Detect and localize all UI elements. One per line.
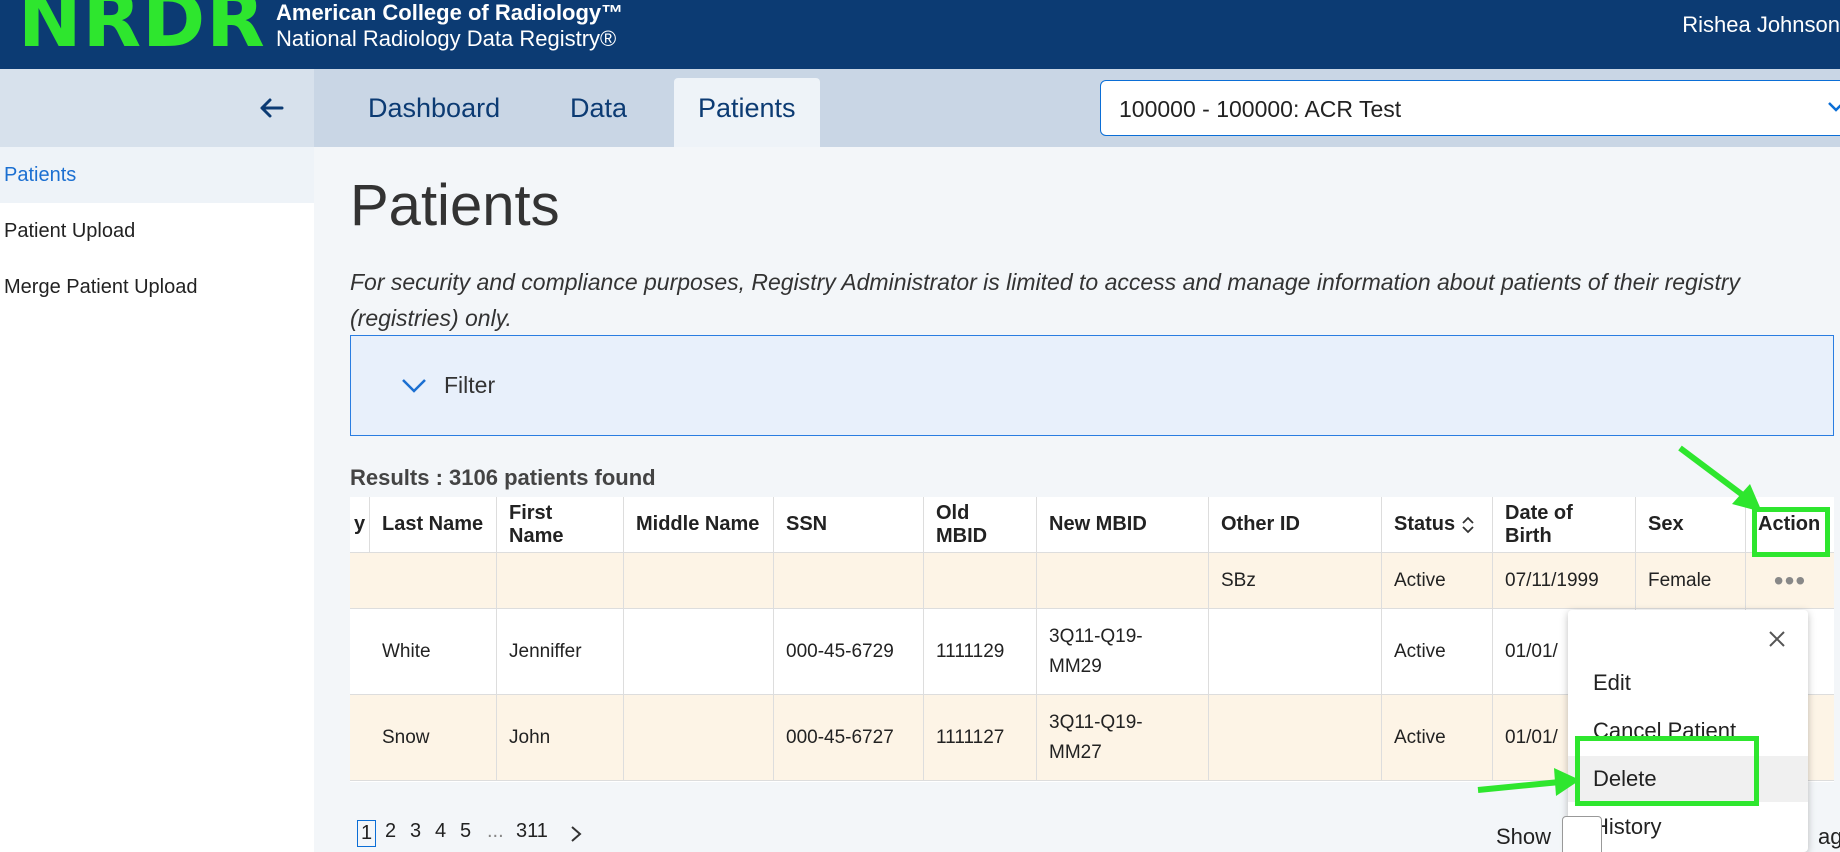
menu-item-edit[interactable]: Edit bbox=[1568, 660, 1808, 706]
security-notice: For security and compliance purposes, Re… bbox=[350, 269, 1741, 331]
new-mbid-line: MM29 bbox=[1049, 655, 1102, 677]
cell-sex: Female bbox=[1636, 553, 1746, 609]
column-header-first-name[interactable]: First Name bbox=[497, 497, 624, 553]
page-1-button[interactable]: 1 bbox=[357, 820, 377, 847]
cell-first-name bbox=[497, 553, 624, 609]
org-name: American College of Radiology™ bbox=[276, 0, 624, 25]
cell-middle-name bbox=[624, 609, 774, 695]
cell-old-mbid: 1111127 bbox=[924, 695, 1037, 781]
chevron-down-icon[interactable] bbox=[1826, 96, 1840, 116]
ellipsis-icon: ••• bbox=[1773, 564, 1807, 596]
cell-new-mbid: 3Q11-Q19- MM29 bbox=[1037, 609, 1209, 695]
new-mbid-line: 3Q11-Q19- bbox=[1049, 625, 1143, 647]
column-header-old-mbid[interactable]: Old MBID bbox=[924, 497, 1037, 553]
cell-ssn: 000-45-6729 bbox=[774, 609, 924, 695]
cell-other-id: SBz bbox=[1209, 553, 1382, 609]
filter-panel[interactable] bbox=[350, 335, 1834, 436]
column-header-new-mbid[interactable]: New MBID bbox=[1037, 497, 1209, 553]
per-page-label: age bbox=[1818, 824, 1840, 849]
column-header-date-of-birth[interactable]: Date of Birth bbox=[1493, 497, 1636, 553]
arrow-left-icon[interactable] bbox=[256, 92, 288, 124]
chevron-down-icon[interactable] bbox=[400, 376, 428, 396]
page-2-button[interactable]: 2 bbox=[385, 820, 396, 843]
cell-date-of-birth: 07/11/1999 bbox=[1493, 553, 1636, 609]
results-count: Results : 3106 patients found bbox=[350, 465, 656, 490]
cell-first-name: Jenniffer bbox=[497, 609, 624, 695]
cell-first-name: John bbox=[497, 695, 624, 781]
nrdr-logo[interactable]: NRDR bbox=[18, 0, 266, 58]
tab-patients[interactable]: Patients bbox=[674, 78, 820, 147]
new-mbid-line: MM27 bbox=[1049, 741, 1102, 763]
cell-middle-name bbox=[624, 695, 774, 781]
more-actions-button[interactable]: ••• bbox=[1746, 553, 1834, 609]
cell-ssn bbox=[774, 553, 924, 609]
close-icon[interactable] bbox=[1766, 628, 1788, 650]
chevron-right-icon[interactable] bbox=[568, 824, 584, 844]
column-header-last-name[interactable]: Last Name bbox=[370, 497, 497, 553]
show-label: Show bbox=[1496, 824, 1552, 849]
cell-new-mbid: 3Q11-Q19- MM27 bbox=[1037, 695, 1209, 781]
cell-last-name: Snow bbox=[370, 695, 497, 781]
cell-status: Active bbox=[1382, 609, 1493, 695]
page-title: Patients bbox=[350, 173, 560, 238]
cell-last-name bbox=[370, 553, 497, 609]
page-size-select[interactable] bbox=[1562, 816, 1602, 852]
cell-last-name: White bbox=[370, 609, 497, 695]
column-header-middle-name[interactable]: Middle Name bbox=[624, 497, 774, 553]
cell-old-mbid bbox=[924, 553, 1037, 609]
column-header-status[interactable]: Status bbox=[1382, 497, 1493, 553]
arrow-annotation-icon bbox=[1678, 445, 1762, 512]
sort-icon[interactable] bbox=[1461, 515, 1475, 535]
filter-label[interactable]: Filter bbox=[444, 372, 495, 399]
sidebar-item-patient-upload[interactable]: Patient Upload bbox=[0, 203, 314, 259]
registry-name: National Radiology Data Registry® bbox=[276, 26, 617, 51]
sidebar-item-patients[interactable]: Patients bbox=[0, 147, 314, 203]
page-311-button[interactable]: 311 bbox=[516, 820, 548, 843]
tab-data[interactable]: Data bbox=[546, 78, 651, 147]
cell-old-mbid: 1111129 bbox=[924, 609, 1037, 695]
facility-select[interactable]: 100000 - 100000: ACR Test bbox=[1100, 80, 1840, 136]
tab-dashboard[interactable]: Dashboard bbox=[344, 78, 524, 147]
cell-middle-name bbox=[624, 553, 774, 609]
cell-new-mbid bbox=[1037, 553, 1209, 609]
page-5-button[interactable]: 5 bbox=[460, 820, 471, 843]
user-name[interactable]: Rishea Johnson bbox=[1682, 12, 1840, 38]
column-header: y bbox=[350, 497, 370, 553]
cell-status: Active bbox=[1382, 553, 1493, 609]
column-header-other-id[interactable]: Other ID bbox=[1209, 497, 1382, 553]
new-mbid-line: 3Q11-Q19- bbox=[1049, 711, 1143, 733]
page-ellipsis: ... bbox=[487, 820, 504, 842]
menu-item-history[interactable]: History bbox=[1568, 804, 1808, 850]
cell-ssn: 000-45-6727 bbox=[774, 695, 924, 781]
sidebar-item-merge-patient-upload[interactable]: Merge Patient Upload bbox=[0, 259, 314, 315]
page-4-button[interactable]: 4 bbox=[435, 820, 446, 843]
cell-other-id bbox=[1209, 695, 1382, 781]
highlight-box bbox=[1575, 736, 1759, 806]
column-header-ssn[interactable]: SSN bbox=[774, 497, 924, 553]
arrow-annotation-icon bbox=[1477, 768, 1580, 796]
cell-other-id bbox=[1209, 609, 1382, 695]
column-header-label: Status bbox=[1394, 513, 1456, 535]
page-3-button[interactable]: 3 bbox=[410, 820, 421, 843]
